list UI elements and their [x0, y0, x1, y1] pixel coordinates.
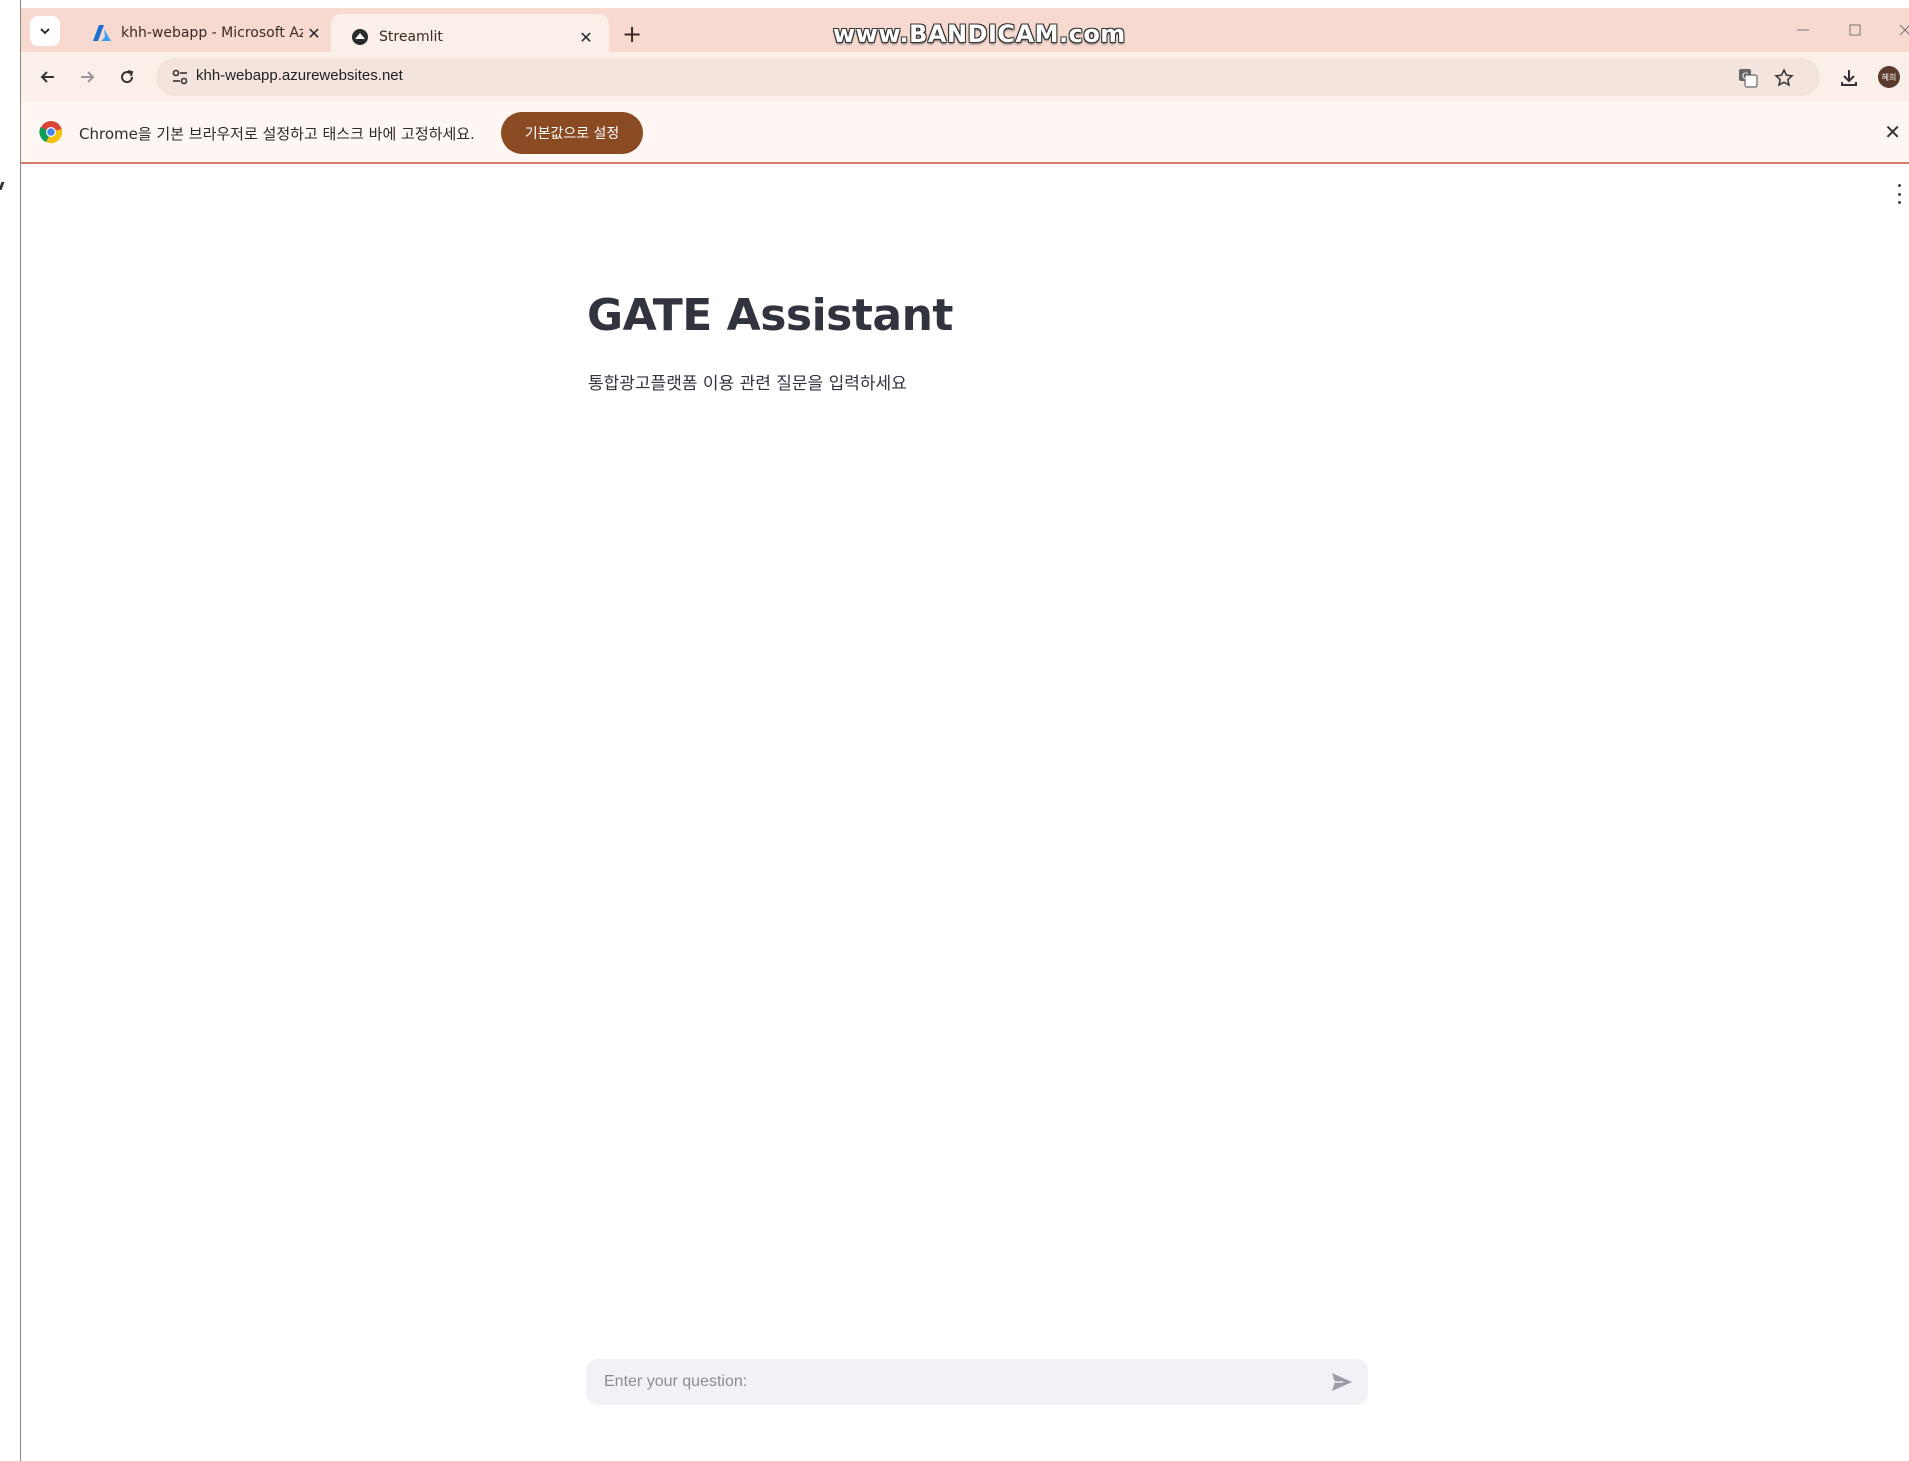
back-button[interactable] — [33, 62, 63, 92]
reload-button[interactable] — [112, 62, 142, 92]
tab-azure[interactable]: khh-webapp - Microsoft Azure ✕ — [73, 14, 337, 52]
question-input[interactable] — [586, 1359, 1368, 1405]
avatar: 혜희 — [1878, 66, 1900, 88]
tab-title: Streamlit — [379, 29, 443, 45]
tab-search-button[interactable] — [30, 16, 60, 46]
recording-watermark: www.BANDICAM.com — [833, 20, 1126, 48]
address-bar[interactable]: khh-webapp.azurewebsites.net G — [156, 58, 1820, 96]
svg-text:G: G — [1742, 72, 1749, 82]
app-menu-icon[interactable] — [1895, 184, 1903, 204]
infobar-message: Chrome을 기본 브라우저로 설정하고 태스크 바에 고정하세요. — [79, 125, 475, 143]
close-tab-icon[interactable]: ✕ — [303, 22, 325, 44]
translate-icon[interactable]: G — [1737, 67, 1759, 89]
profile-button[interactable]: 혜희 — [1876, 64, 1902, 90]
screen: khh-webapp - Microsoft Azure ✕ Streamlit… — [0, 0, 1909, 1461]
chevron-down-icon — [40, 28, 50, 35]
reload-icon — [121, 70, 134, 84]
page-content: GATE Assistant 통합광고플랫폼 이용 관련 질문을 입력하세요 — [21, 164, 1909, 1461]
arrow-left-icon — [40, 71, 54, 83]
streamlit-icon — [351, 28, 369, 46]
chrome-logo-icon — [39, 121, 62, 144]
forward-button[interactable] — [72, 62, 102, 92]
azure-icon — [93, 24, 111, 42]
desktop-artifact — [0, 182, 5, 190]
browser-toolbar: khh-webapp.azurewebsites.net G 혜희 — [21, 52, 1909, 102]
tab-title: khh-webapp - Microsoft Azure — [121, 25, 303, 41]
bookmark-star-icon[interactable] — [1773, 67, 1795, 89]
page-subtitle: 통합광고플랫폼 이용 관련 질문을 입력하세요 — [588, 374, 907, 394]
close-infobar-icon[interactable]: ✕ — [1884, 120, 1901, 144]
new-tab-button[interactable]: + — [619, 22, 645, 48]
url-text: khh-webapp.azurewebsites.net — [196, 67, 403, 84]
download-icon[interactable] — [1836, 64, 1862, 90]
page-title: GATE Assistant — [587, 290, 953, 341]
send-icon[interactable] — [1330, 1371, 1354, 1393]
close-tab-icon[interactable]: ✕ — [575, 26, 597, 48]
avatar-label: 혜희 — [1881, 72, 1897, 82]
desktop-edge — [0, 0, 21, 1461]
browser-window: khh-webapp - Microsoft Azure ✕ Streamlit… — [21, 0, 1909, 1461]
default-browser-infobar: Chrome을 기본 브라우저로 설정하고 태스크 바에 고정하세요. 기본값으… — [21, 102, 1909, 164]
tab-strip: khh-webapp - Microsoft Azure ✕ Streamlit… — [21, 0, 1909, 60]
close-window-icon[interactable] — [1893, 22, 1909, 46]
maximize-icon[interactable] — [1843, 22, 1867, 46]
set-default-button[interactable]: 기본값으로 설정 — [501, 112, 643, 154]
minimize-icon[interactable] — [1791, 22, 1815, 46]
arrow-right-icon — [81, 71, 95, 83]
chat-input-container — [586, 1359, 1368, 1405]
site-info-icon[interactable] — [170, 67, 190, 87]
